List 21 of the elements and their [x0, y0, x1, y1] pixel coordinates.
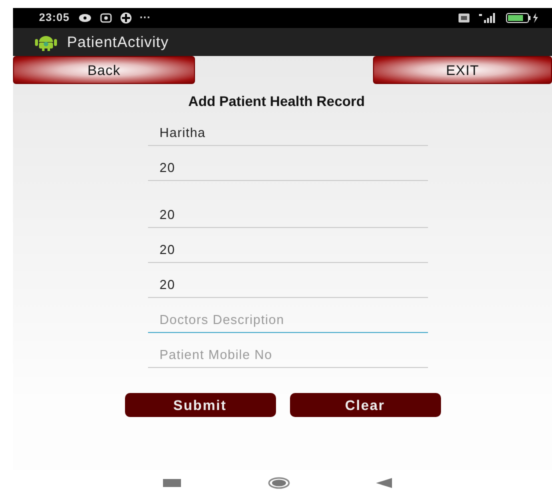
back-icon[interactable]: [376, 478, 392, 488]
form-button[interactable]: Clear: [290, 393, 440, 417]
clock: 23:05: [39, 12, 70, 24]
home-icon[interactable]: [268, 477, 290, 489]
input-field[interactable]: Haritha: [148, 111, 428, 146]
input-field[interactable]: 20: [148, 263, 428, 298]
input-field[interactable]: 20: [148, 193, 428, 228]
signal-icon: [478, 13, 498, 23]
nav-button[interactable]: EXIT: [373, 56, 552, 84]
form-button[interactable]: Submit: [124, 393, 276, 417]
android-icon: [35, 33, 57, 51]
camera-icon: [100, 13, 112, 23]
input-field[interactable]: Patient Mobile No: [148, 333, 428, 368]
battery-charging-icon: [506, 13, 540, 23]
input-field[interactable]: 20: [148, 228, 428, 263]
form-title: Add Patient Health Record: [188, 93, 365, 109]
nav-button[interactable]: Back: [13, 56, 195, 84]
input-field[interactable]: Doctors Description: [148, 298, 428, 333]
more-notifications: ···: [140, 12, 151, 24]
input-field[interactable]: 20: [148, 146, 428, 181]
app-title: PatientActivity: [67, 34, 169, 50]
